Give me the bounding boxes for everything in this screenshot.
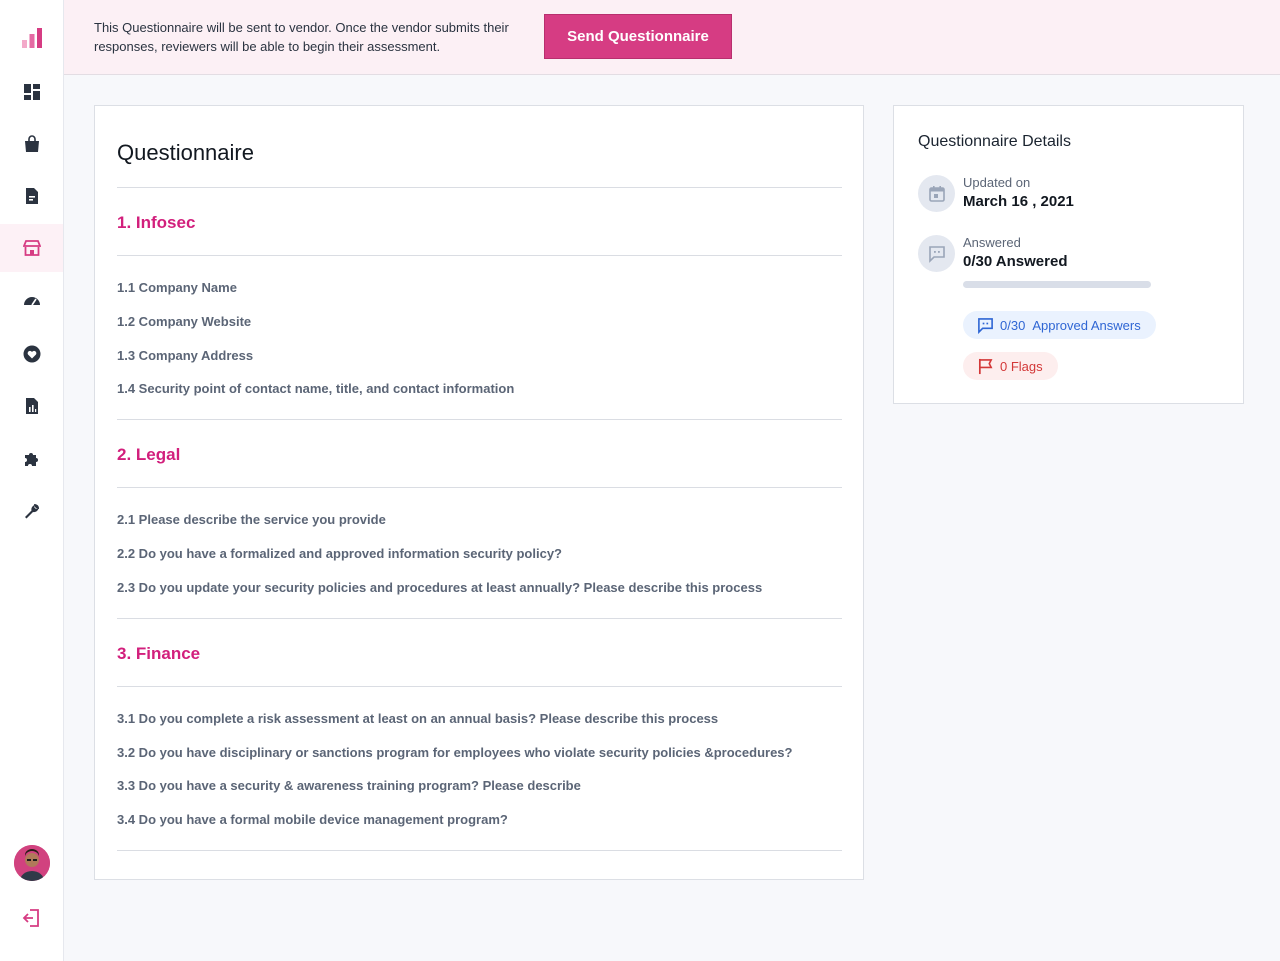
question-item[interactable]: 1.2 Company Website <box>117 314 251 329</box>
divider <box>117 686 842 687</box>
divider <box>117 255 842 256</box>
dashboard-icon <box>23 84 40 100</box>
page-title: Questionnaire <box>117 140 254 165</box>
approved-label: Approved Answers <box>1032 317 1141 333</box>
flags-label: 0 Flags <box>1000 358 1043 374</box>
answered-progress-bar <box>963 281 1151 288</box>
question-item[interactable]: 2.1 Please describe the service you prov… <box>117 512 386 527</box>
wrench-icon <box>24 503 39 519</box>
store-icon <box>22 240 41 256</box>
document-icon <box>25 188 38 204</box>
divider <box>117 850 842 851</box>
sidebar-item-monitoring[interactable] <box>0 277 63 325</box>
app-logo[interactable] <box>20 26 44 50</box>
details-title: Questionnaire Details <box>918 133 1071 150</box>
sidebar-item-integrations[interactable] <box>0 435 63 483</box>
approved-answers-badge[interactable]: 0/30 Approved Answers <box>963 311 1156 339</box>
send-questionnaire-button[interactable]: Send Questionnaire <box>544 14 732 59</box>
questionnaire-card: Questionnaire 1. Infosec 1.1 Company Nam… <box>94 105 864 880</box>
calendar-icon <box>918 175 955 212</box>
banner-message: This Questionnaire will be sent to vendo… <box>94 20 509 54</box>
logout-icon[interactable] <box>21 907 43 929</box>
sidebar-item-vendors[interactable] <box>0 224 63 272</box>
question-item[interactable]: 1.3 Company Address <box>117 348 253 363</box>
question-item[interactable]: 2.3 Do you update your security policies… <box>117 580 762 595</box>
divider <box>117 187 842 188</box>
question-item[interactable]: 3.3 Do you have a security & awareness t… <box>117 778 581 793</box>
avatar[interactable] <box>14 845 50 881</box>
answered-label: Answered <box>963 235 1021 250</box>
sidebar-item-shopping[interactable] <box>0 120 63 168</box>
sidebar-item-settings[interactable] <box>0 487 63 535</box>
speedometer-icon <box>23 297 40 306</box>
flags-badge[interactable]: 0 Flags <box>963 352 1058 380</box>
sidebar-item-health[interactable] <box>0 330 63 378</box>
updated-label: Updated on <box>963 175 1031 190</box>
report-icon <box>25 398 38 414</box>
flag-icon <box>978 358 993 374</box>
question-item[interactable]: 1.1 Company Name <box>117 280 237 295</box>
question-item[interactable]: 3.2 Do you have disciplinary or sanction… <box>117 745 792 760</box>
sidebar-item-reports[interactable] <box>0 382 63 430</box>
chat-icon <box>918 235 955 272</box>
section-title-infosec[interactable]: 1. Infosec <box>117 213 195 233</box>
updated-value: March 16 , 2021 <box>963 193 1074 210</box>
approved-chat-icon <box>978 317 993 334</box>
divider <box>117 419 842 420</box>
question-item[interactable]: 3.1 Do you complete a risk assessment at… <box>117 711 718 726</box>
questionnaire-details-card: Questionnaire Details Updated on March 1… <box>893 105 1244 404</box>
sidebar-item-dashboard[interactable] <box>0 68 63 116</box>
divider <box>117 618 842 619</box>
puzzle-icon <box>24 453 38 466</box>
section-title-legal[interactable]: 2. Legal <box>117 445 180 465</box>
answered-value: 0/30 Answered <box>963 253 1068 270</box>
section-title-finance[interactable]: 3. Finance <box>117 644 200 664</box>
heart-icon <box>23 345 40 363</box>
send-banner: This Questionnaire will be sent to vendo… <box>64 0 1280 75</box>
sidebar <box>0 0 64 961</box>
approved-count: 0/30 <box>1000 317 1026 333</box>
question-item[interactable]: 2.2 Do you have a formalized and approve… <box>117 546 562 561</box>
question-item[interactable]: 3.4 Do you have a formal mobile device m… <box>117 812 508 827</box>
sidebar-item-documents[interactable] <box>0 172 63 220</box>
shopping-bag-icon <box>24 135 39 152</box>
divider <box>117 487 842 488</box>
question-item[interactable]: 1.4 Security point of contact name, titl… <box>117 381 514 396</box>
